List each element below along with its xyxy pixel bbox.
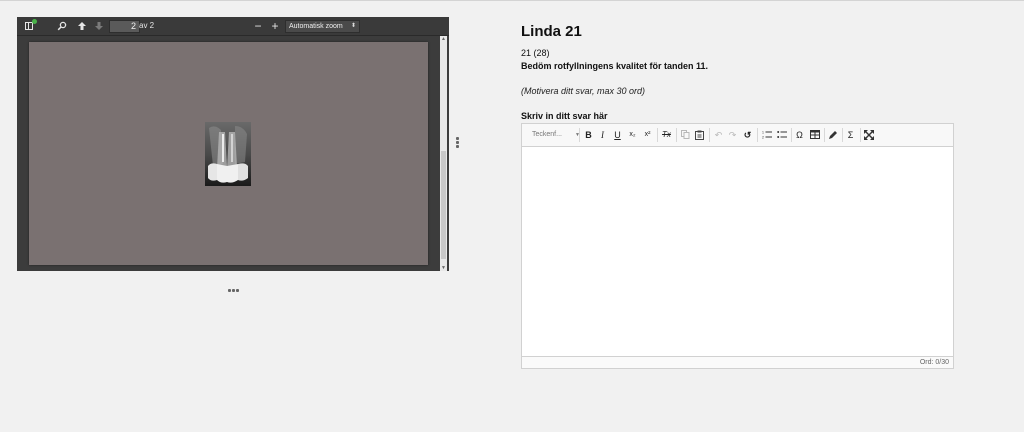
question-text: Bedöm rotfyllningens kvalitet för tanden…	[521, 61, 709, 71]
pencil-icon[interactable]	[826, 128, 839, 142]
numbered-list-icon[interactable]: 12	[760, 128, 773, 142]
page-number-input[interactable]: 2	[109, 20, 140, 33]
bold-button[interactable]: B	[582, 128, 595, 142]
superscript-button[interactable]: x²	[641, 128, 654, 142]
chevron-updown-icon: ⬍	[350, 23, 356, 29]
subscript-button[interactable]: x₂	[626, 128, 639, 142]
scrollbar-thumb[interactable]	[441, 151, 446, 259]
search-icon[interactable]	[55, 19, 69, 33]
underline-button[interactable]: U	[611, 128, 624, 142]
maximize-icon[interactable]	[862, 128, 875, 142]
top-divider	[0, 0, 1024, 1]
page-count-label: av 2	[139, 21, 155, 30]
previous-page-icon[interactable]	[75, 19, 89, 33]
editor-status-bar: Ord: 0/30	[522, 356, 953, 368]
undo-icon[interactable]: ↶	[712, 128, 725, 142]
zoom-in-icon[interactable]: +	[268, 19, 282, 33]
sum-button[interactable]: Σ	[844, 128, 857, 142]
vertical-resize-handle[interactable]	[456, 137, 459, 149]
svg-text:2: 2	[762, 136, 764, 140]
scroll-up-arrow-icon[interactable]: ▲	[440, 36, 447, 42]
sidebar-toggle-icon[interactable]	[23, 19, 37, 33]
svg-text:1: 1	[762, 131, 764, 135]
special-character-button[interactable]: Ω	[793, 128, 806, 142]
word-count: Ord: 0/30	[919, 359, 949, 366]
question-title: Linda 21	[521, 23, 582, 40]
zoom-out-icon[interactable]: −	[251, 19, 265, 33]
notification-dot	[32, 19, 37, 24]
font-family-label: Teckenf...	[532, 131, 562, 138]
pdf-toolbar: 2 av 2 − + Automatisk zoom ⬍	[17, 17, 449, 36]
italic-button[interactable]: I	[596, 128, 609, 142]
redo-icon[interactable]: ↷	[726, 128, 739, 142]
font-family-select[interactable]: Teckenf... ▼	[528, 128, 580, 142]
answer-editor: Teckenf... ▼ B I U x₂ x² Tx ↶ ↷ ↺ 12 Ω Σ…	[521, 123, 954, 369]
dental-xray-image	[205, 122, 251, 186]
question-number: 21 (28)	[521, 48, 550, 58]
copy-icon[interactable]	[679, 128, 692, 142]
bullet-list-icon[interactable]	[775, 128, 788, 142]
horizontal-resize-handle[interactable]	[228, 279, 240, 292]
next-page-icon[interactable]	[92, 19, 106, 33]
editor-toolbar: Teckenf... ▼ B I U x₂ x² Tx ↶ ↷ ↺ 12 Ω Σ	[522, 124, 953, 147]
remove-format-button[interactable]: Tx	[660, 128, 673, 142]
zoom-select[interactable]: Automatisk zoom ⬍	[285, 20, 360, 33]
pdf-viewer: 2 av 2 − + Automatisk zoom ⬍ ▲ ▼	[17, 17, 449, 271]
paste-icon[interactable]	[693, 128, 706, 142]
pdf-page	[29, 42, 428, 265]
vertical-scrollbar[interactable]: ▲ ▼	[440, 36, 447, 271]
pdf-content-area[interactable]: ▲ ▼	[17, 36, 449, 271]
question-hint: (Motivera ditt svar, max 30 ord)	[521, 86, 646, 96]
scroll-down-arrow-icon[interactable]: ▼	[440, 265, 447, 271]
answer-label: Skriv in ditt svar här	[521, 111, 608, 121]
reload-icon[interactable]: ↺	[741, 128, 754, 142]
table-icon[interactable]	[808, 128, 821, 142]
zoom-select-value: Automatisk zoom	[289, 23, 343, 30]
editor-text-area[interactable]	[522, 147, 953, 358]
